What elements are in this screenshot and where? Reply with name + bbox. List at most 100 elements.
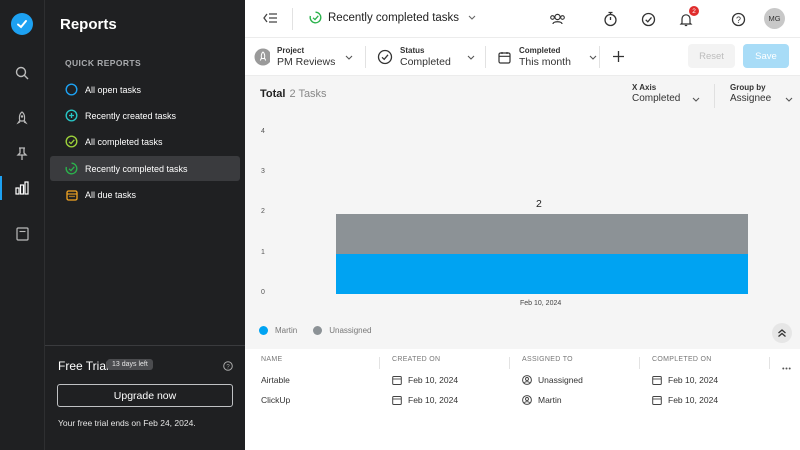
completed-date: Feb 10, 2024: [668, 395, 719, 405]
sidebar-item-label: All due tasks: [85, 189, 137, 200]
created-cell: Feb 10, 2024: [392, 395, 458, 405]
column-header-assigned[interactable]: ASSIGNED TO: [522, 356, 573, 363]
y-tick-label: 1: [261, 249, 265, 256]
reports-sidebar: Reports QUICK REPORTS All open tasks Rec…: [45, 0, 245, 450]
pin-icon[interactable]: [13, 144, 31, 162]
completed-cell: Feb 10, 2024: [652, 375, 718, 385]
calendar-icon: [392, 395, 402, 405]
assignee: Martin: [538, 395, 562, 405]
quick-reports-heading: QUICK REPORTS: [65, 58, 142, 68]
divider: [485, 46, 486, 68]
legend-item-unassigned[interactable]: Unassigned: [313, 326, 371, 335]
bar-segment-unassigned[interactable]: [336, 213, 748, 254]
group-by-selector[interactable]: Group by Assignee: [730, 83, 793, 104]
svg-text:?: ?: [735, 14, 740, 24]
filter-value: PM Reviews: [277, 56, 336, 68]
collapse-sidebar-icon[interactable]: [263, 11, 278, 28]
collapse-chart-icon[interactable]: [772, 323, 792, 343]
table-row[interactable]: ClickUp Feb 10, 2024 Martin Feb 10, 2024: [245, 391, 800, 411]
x-axis-label: X Axis: [632, 83, 657, 92]
legend-label: Martin: [275, 326, 298, 335]
table-row[interactable]: Airtable Feb 10, 2024 Unassigned Feb 10,…: [245, 371, 800, 391]
table-header: NAME CREATED ON ASSIGNED TO COMPLETED ON: [245, 354, 800, 370]
calendar-icon: [652, 375, 662, 385]
notification-badge: 2: [689, 6, 699, 16]
total-count: 2 Tasks: [289, 88, 327, 100]
filter-value: Completed: [400, 56, 451, 68]
main-panel: Recently completed tasks 2 ? MG Project P…: [245, 0, 800, 450]
sidebar-item-recently-created[interactable]: Recently created tasks: [50, 103, 240, 128]
calendar-icon: [496, 49, 512, 65]
bar-segment-martin[interactable]: [336, 253, 748, 294]
top-bar: Recently completed tasks 2 ? MG: [245, 0, 800, 38]
check-circle-icon[interactable]: [639, 10, 657, 28]
report-title: Recently completed tasks: [328, 11, 460, 24]
divider: [714, 84, 715, 108]
completed-date-filter[interactable]: Completed This month: [496, 44, 597, 70]
user-icon: [522, 375, 532, 385]
help-icon[interactable]: ?: [223, 361, 233, 371]
x-axis-value: Completed: [632, 93, 681, 104]
chevron-down-icon: [467, 55, 475, 60]
y-tick-label: 0: [261, 289, 265, 296]
chevron-down-icon: [785, 97, 793, 102]
assigned-cell: Unassigned: [522, 375, 583, 385]
x-axis-selector[interactable]: X Axis Completed: [632, 83, 700, 104]
add-filter-icon[interactable]: [612, 50, 625, 66]
column-header-name[interactable]: NAME: [261, 356, 282, 363]
group-by-label: Group by: [730, 83, 766, 92]
days-left-badge: 13 days left: [107, 359, 153, 370]
column-header-created[interactable]: CREATED ON: [392, 356, 440, 363]
chevron-down-icon: [345, 55, 353, 60]
rocket-icon: [254, 48, 270, 66]
filter-bar: Project PM Reviews Status Completed Comple…: [245, 38, 800, 76]
divider: [509, 357, 510, 369]
active-indicator: [0, 176, 2, 200]
recent-check-icon: [309, 11, 322, 24]
sidebar-item-recently-completed[interactable]: Recently completed tasks: [50, 156, 240, 181]
divider: [292, 8, 293, 30]
reset-button[interactable]: Reset: [688, 44, 735, 68]
project-filter[interactable]: Project PM Reviews: [254, 44, 353, 70]
assigned-cell: Martin: [522, 395, 562, 405]
save-button[interactable]: Save: [743, 44, 789, 68]
avatar[interactable]: MG: [764, 8, 785, 29]
divider: [599, 46, 600, 68]
trial-ends-text: Your free trial ends on Feb 24, 2024.: [58, 418, 196, 428]
timer-icon[interactable]: [601, 10, 619, 28]
legend-item-martin[interactable]: Martin: [259, 326, 297, 335]
status-filter[interactable]: Status Completed: [377, 44, 475, 70]
chevron-down-icon: [589, 55, 597, 60]
report-title-dropdown[interactable]: Recently completed tasks: [309, 11, 476, 24]
filter-label: Status: [400, 46, 425, 55]
reports-chart-icon[interactable]: [13, 179, 31, 197]
help-icon[interactable]: ?: [729, 10, 747, 28]
search-icon[interactable]: [13, 64, 31, 82]
filter-value: This month: [519, 56, 571, 68]
upgrade-now-button[interactable]: Upgrade now: [57, 384, 233, 407]
chevron-down-icon: [468, 15, 476, 20]
sidebar-item-label: Recently completed tasks: [85, 163, 188, 174]
completed-date: Feb 10, 2024: [668, 375, 719, 385]
sidebar-title: Reports: [60, 16, 117, 33]
filter-label: Project: [277, 46, 305, 55]
x-tick-label: Feb 10, 2024: [520, 300, 562, 307]
app-logo-icon[interactable]: [11, 13, 33, 35]
chevron-down-icon: [692, 97, 700, 102]
task-name[interactable]: ClickUp: [261, 395, 290, 405]
column-header-completed[interactable]: COMPLETED ON: [652, 356, 712, 363]
completed-cell: Feb 10, 2024: [652, 395, 718, 405]
sidebar-item-label: Recently created tasks: [85, 110, 177, 121]
notes-icon[interactable]: [13, 225, 31, 243]
circle-open-icon: [65, 83, 78, 96]
sidebar-item-all-open-tasks[interactable]: All open tasks: [50, 77, 240, 102]
recent-check-icon: [65, 162, 78, 175]
sidebar-item-all-completed[interactable]: All completed tasks: [50, 129, 240, 154]
rocket-icon[interactable]: [13, 109, 31, 127]
divider: [639, 357, 640, 369]
sidebar-item-all-due[interactable]: All due tasks: [50, 182, 240, 207]
calendar-icon: [652, 395, 662, 405]
divider: [769, 357, 770, 369]
task-name[interactable]: Airtable: [261, 375, 290, 385]
team-icon[interactable]: [548, 10, 566, 28]
